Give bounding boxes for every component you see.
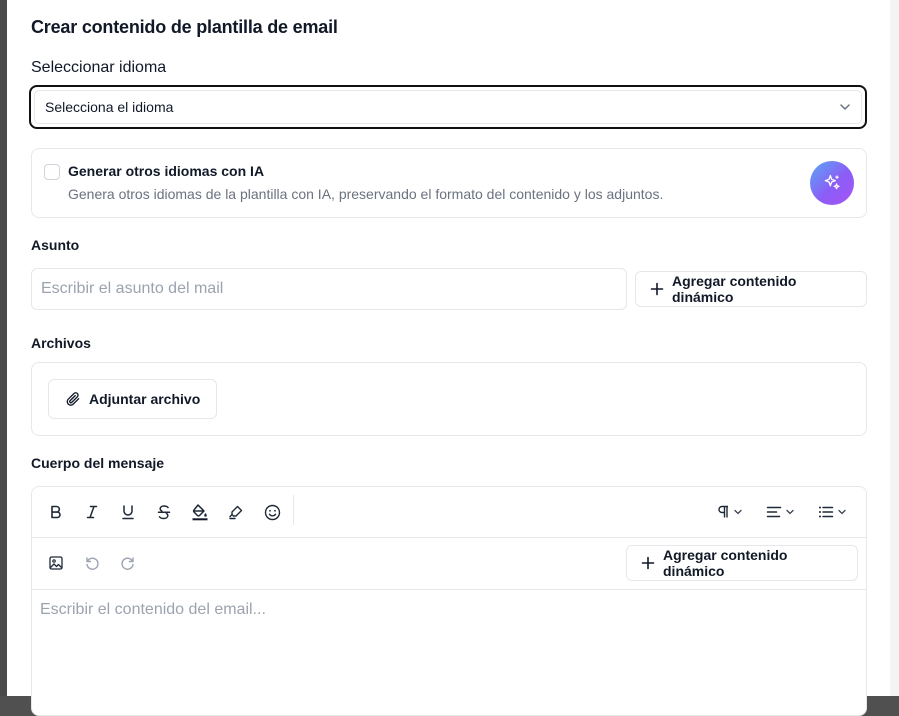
subject-label: Asunto <box>31 237 80 253</box>
paragraph-icon <box>716 505 730 519</box>
body-label: Cuerpo del mensaje <box>31 455 165 471</box>
files-label: Archivos <box>31 335 91 351</box>
ai-translate-title: Generar otros idiomas con IA <box>68 163 265 179</box>
image-icon[interactable] <box>46 553 66 573</box>
subject-input[interactable] <box>31 268 627 310</box>
paragraph-format-dropdown[interactable] <box>716 502 743 522</box>
bold-icon[interactable] <box>46 502 66 522</box>
editor-toolbar-actions: Agregar contenido dinámico <box>32 537 866 590</box>
fill-color-icon[interactable] <box>190 502 210 522</box>
toolbar-separator <box>293 495 294 525</box>
email-template-modal: Crear contenido de plantilla de email Se… <box>7 0 890 716</box>
paperclip-icon <box>65 391 81 407</box>
ai-translate-description: Genera otros idiomas de la plantilla con… <box>68 186 664 202</box>
message-body-editor: Agregar contenido dinámico Escribir el c… <box>31 486 867 716</box>
italic-icon[interactable] <box>82 502 102 522</box>
subject-add-dynamic-content-button[interactable]: Agregar contenido dinámico <box>635 271 867 307</box>
modal-title: Crear contenido de plantilla de email <box>31 17 338 37</box>
subject-add-dynamic-content-label: Agregar contenido dinámico <box>672 273 797 305</box>
text-align-dropdown[interactable] <box>766 502 795 522</box>
body-add-dynamic-content-label: Agregar contenido dinámico <box>663 547 788 579</box>
align-left-icon <box>766 505 782 519</box>
attach-file-button[interactable]: Adjuntar archivo <box>48 379 218 419</box>
scrollbar-track[interactable] <box>890 0 899 696</box>
chevron-down-icon <box>839 101 851 113</box>
plus-icon <box>641 556 655 570</box>
emoji-icon[interactable] <box>262 502 282 522</box>
attach-file-label: Adjuntar archivo <box>89 391 201 407</box>
list-dropdown[interactable] <box>818 502 847 522</box>
message-body-input[interactable]: Escribir el contenido del email... <box>40 601 266 619</box>
chevron-down-icon <box>785 507 795 517</box>
language-select-value: Selecciona el idioma <box>45 99 174 115</box>
chevron-down-icon <box>733 507 743 517</box>
files-dropzone: Adjuntar archivo <box>31 362 867 436</box>
chevron-down-icon <box>837 507 847 517</box>
sparkles-icon <box>822 173 842 193</box>
undo-icon[interactable] <box>82 553 102 573</box>
language-select[interactable]: Selecciona el idioma <box>29 85 867 129</box>
ai-generate-button[interactable] <box>810 161 854 205</box>
ai-translate-card: Generar otros idiomas con IA Genera otro… <box>31 148 867 218</box>
body-add-dynamic-content-button[interactable]: Agregar contenido dinámico <box>626 545 858 581</box>
editor-toolbar-formatting <box>32 487 866 538</box>
ai-translate-checkbox[interactable] <box>44 164 60 180</box>
redo-icon[interactable] <box>118 553 138 573</box>
plus-icon <box>650 282 664 296</box>
language-label: Seleccionar idioma <box>31 59 167 76</box>
highlighter-icon[interactable] <box>226 502 246 522</box>
underline-icon[interactable] <box>118 502 138 522</box>
strikethrough-icon[interactable] <box>154 502 174 522</box>
list-icon <box>818 505 834 519</box>
